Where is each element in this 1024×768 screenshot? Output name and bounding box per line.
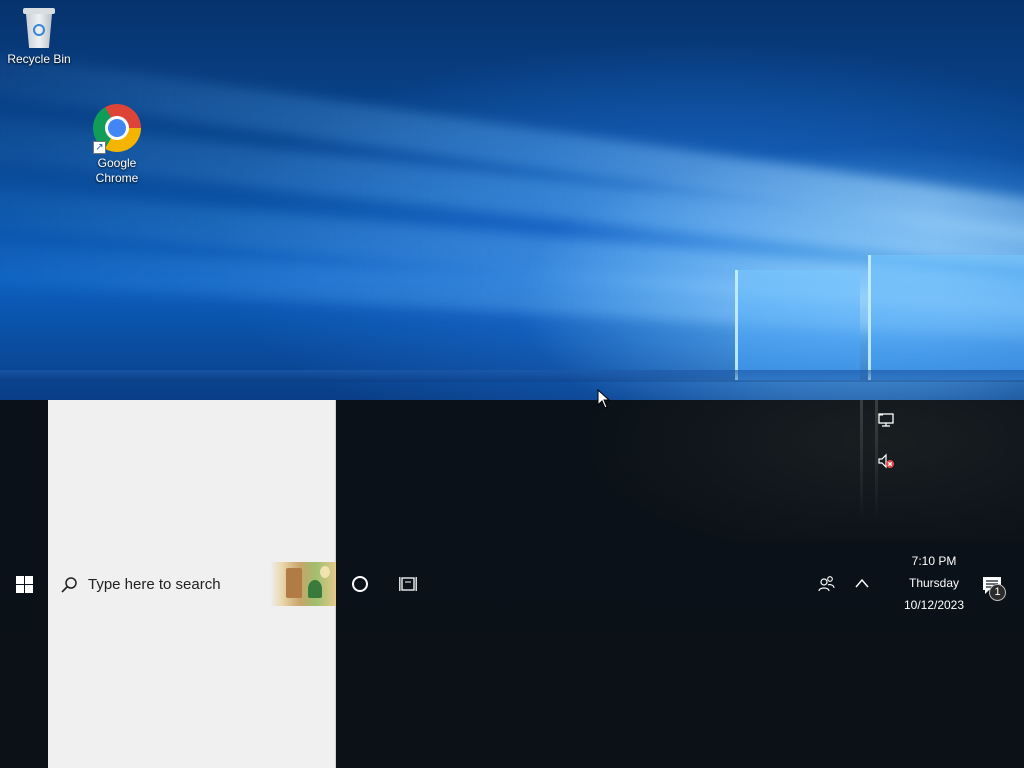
system-clock[interactable]: 7:10 PM Thursday 10/12/2023 <box>896 550 972 616</box>
desktop-icon-label: Recycle Bin <box>7 52 71 66</box>
people-icon[interactable] <box>816 574 836 594</box>
search-icon <box>61 577 77 593</box>
notification-count-badge: 1 <box>989 584 1006 601</box>
search-highlight-image[interactable] <box>270 562 336 606</box>
chevron-up-icon[interactable] <box>854 577 870 589</box>
cortana-circle-icon[interactable] <box>352 576 368 592</box>
chrome-icon: ↗ <box>93 104 141 154</box>
desktop-wallpaper <box>0 0 1024 400</box>
desktop-icon-recycle-bin[interactable]: Recycle Bin <box>1 8 77 67</box>
start-button[interactable] <box>0 562 48 606</box>
volume-muted-icon[interactable] <box>877 452 895 470</box>
windows-logo-icon <box>15 575 33 593</box>
task-view-icon[interactable] <box>399 576 417 592</box>
desktop-icon-google-chrome[interactable]: ↗ Google Chrome <box>79 104 155 186</box>
clock-time: 7:10 PM <box>911 554 957 568</box>
shortcut-arrow-icon: ↗ <box>93 141 106 154</box>
desktop-icon-label: Google Chrome <box>95 156 139 185</box>
search-placeholder: Type here to search <box>88 576 221 593</box>
clock-date: 10/12/2023 <box>903 598 965 612</box>
clock-day: Thursday <box>908 576 960 590</box>
mouse-cursor-icon <box>597 389 611 409</box>
recycle-bin-icon <box>22 8 56 48</box>
network-icon[interactable] <box>877 411 895 429</box>
search-box[interactable]: Type here to search <box>48 562 336 606</box>
